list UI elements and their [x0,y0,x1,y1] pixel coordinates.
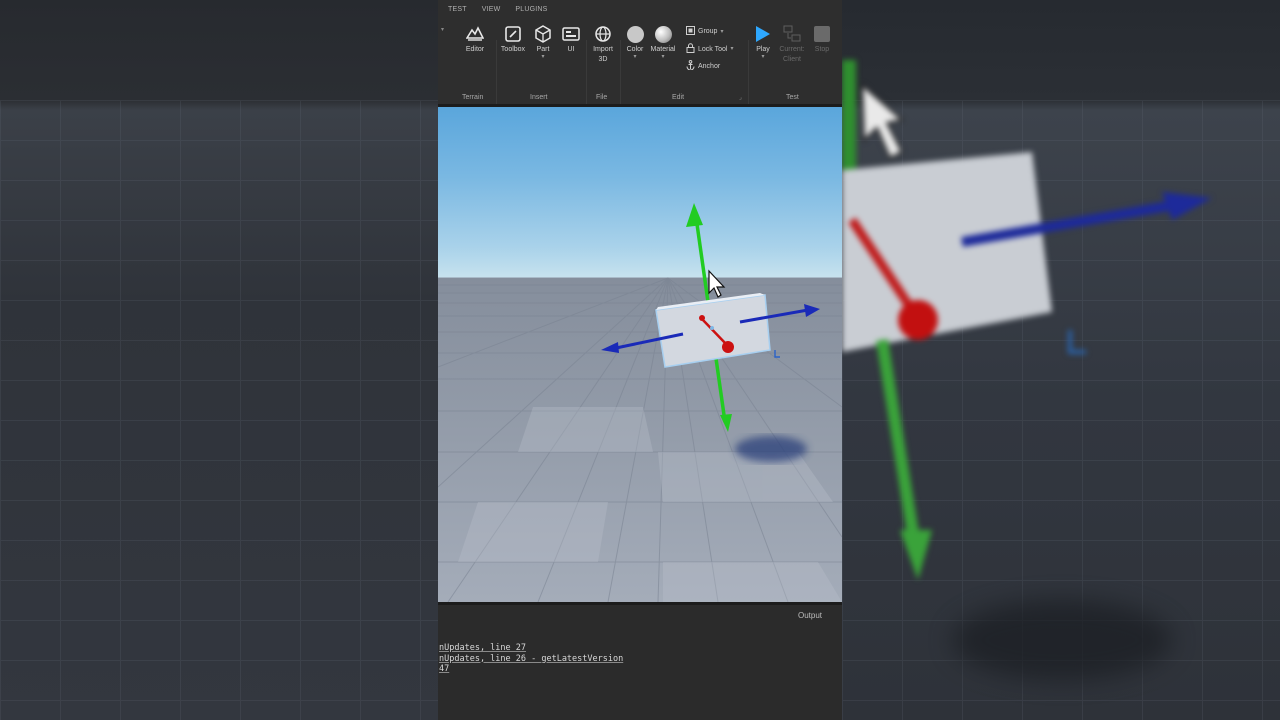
toolbox-button[interactable]: Toolbox [500,24,526,54]
zoomed-part-graphic [842,60,1212,580]
edit-expand-icon[interactable]: ⌟ [739,94,742,101]
ribbon-separator [586,40,587,104]
ribbon-toolbar: ▾ Editor Terrain Toolbox Part ▾ UI Inser… [438,18,842,104]
test-group-label: Test [786,94,799,101]
zoomed-blue-arrowhead [1162,192,1212,220]
play-dropdown-caret-icon[interactable]: ▾ [761,54,764,60]
group-icon [686,26,695,37]
y-axis-up-arrowhead[interactable] [686,203,703,227]
material-dropdown-caret-icon[interactable]: ▾ [661,54,664,60]
stop-button: Stop [811,24,833,54]
lock-tool-button[interactable]: Lock Tool ▾ [686,43,733,55]
tab-plugins[interactable]: PLUGINS [515,6,547,13]
ribbon-separator [496,40,497,104]
client-label: Client [783,56,801,63]
material-button[interactable]: Material ▾ [648,24,678,60]
current-label: Current: [779,46,805,53]
terrain-group-label: Terrain [462,94,484,101]
3d-viewport[interactable] [438,107,842,602]
terrain-editor-button[interactable]: Editor [464,24,486,54]
anchor-icon [686,60,695,72]
toolbox-label: Toolbox [500,46,526,53]
toolbox-icon [503,24,523,44]
group-tool-button[interactable]: Group ▾ [686,26,723,37]
background-grid [0,100,438,720]
part-shadow [735,436,807,462]
lock-dropdown-caret-icon[interactable]: ▾ [730,46,733,52]
import-3d-label: 3D [598,56,608,63]
zoomed-green-axis-top [842,60,856,170]
part-button[interactable]: Part ▾ [532,24,554,60]
zoomed-green-axis-bottom [876,339,920,541]
color-dropdown-caret-icon[interactable]: ▾ [633,54,636,60]
tab-test[interactable]: TEST [448,6,467,13]
color-button[interactable]: Color ▾ [624,24,646,60]
output-panel: Output nUpdates, line 27 nUpdates, line … [438,605,842,720]
play-icon [753,24,773,44]
part-cube-icon [533,24,553,44]
insert-group-label: Insert [530,94,548,101]
material-icon [653,24,673,44]
import-3d-button[interactable]: Import 3D [590,24,616,64]
part-label: Part [536,46,550,53]
import-label: Import [593,46,613,53]
material-label: Material [650,46,676,53]
group-tool-label: Group [698,28,718,35]
ui-icon [561,24,581,44]
terrain-editor-label: Editor [465,46,485,53]
color-label: Color [626,46,644,53]
zoomed-green-arrowhead [900,530,932,580]
anchor-tool-button[interactable]: Anchor [686,60,720,72]
current-client-button: Current: Client [776,24,808,64]
stop-label: Stop [814,46,830,53]
play-button[interactable]: Play ▾ [752,24,774,60]
x-axis-large-knob[interactable] [722,341,734,353]
ribbon-separator [620,40,621,104]
zoomed-mouse-cursor-icon [860,82,905,160]
menu-tabs: TEST VIEW PLUGINS [438,0,842,18]
studio-window: TEST VIEW PLUGINS ▾ Editor Terrain Toolb… [438,0,842,720]
edit-group-label: Edit [672,94,685,101]
ui-label: UI [567,46,575,53]
zoomed-red-knob [898,300,938,340]
ribbon-scroll-caret-icon[interactable]: ▾ [441,26,444,33]
x-axis-small-knob[interactable] [699,315,705,321]
anchor-tool-label: Anchor [698,62,721,70]
group-dropdown-caret-icon[interactable]: ▾ [720,29,723,35]
output-line[interactable]: nUpdates, line 26 - getLatestVersion [438,654,842,665]
file-group-label: File [596,94,608,101]
ui-button[interactable]: UI [560,24,582,54]
tab-view[interactable]: VIEW [482,6,501,13]
lock-tool-label: Lock Tool [698,45,728,53]
color-icon [625,24,645,44]
output-line[interactable]: nUpdates, line 27 [438,643,842,654]
stop-icon [812,24,832,44]
zoomed-corner-marker [1068,330,1086,354]
play-label: Play [756,46,770,53]
import-3d-globe-icon [593,24,613,44]
output-line[interactable]: 47 [438,664,842,675]
ribbon-separator [748,40,749,104]
blurred-background-right [842,0,1280,720]
blurred-background-left [0,0,438,720]
lock-icon [686,43,695,55]
output-title: Output [797,610,822,620]
part-dropdown-caret-icon[interactable]: ▾ [541,54,544,60]
terrain-editor-icon [465,24,485,44]
current-client-icon [782,24,802,44]
pivot-point [710,326,714,330]
